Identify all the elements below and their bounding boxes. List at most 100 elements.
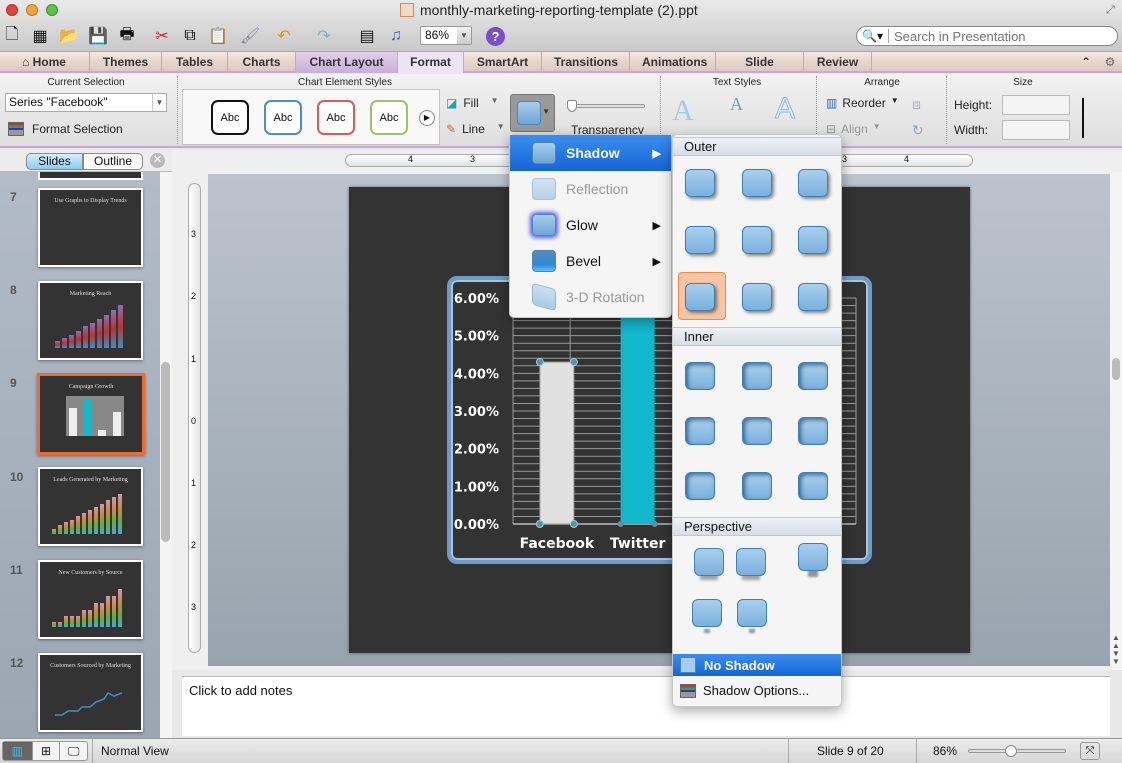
close-window-button[interactable] xyxy=(6,4,18,16)
chart-bar-facebook[interactable] xyxy=(539,361,575,525)
format-painter-icon[interactable]: 🖌 xyxy=(238,24,262,48)
tab-outline[interactable]: Outline xyxy=(83,153,143,170)
shadow-inner-swatch[interactable] xyxy=(685,362,715,390)
transparency-slider[interactable] xyxy=(567,100,647,114)
redo-icon[interactable]: ↷ xyxy=(312,24,336,48)
tab-smartart[interactable]: SmartArt xyxy=(464,52,542,73)
tab-chart-layout[interactable]: Chart Layout xyxy=(296,52,398,73)
zoom-window-button[interactable] xyxy=(46,4,58,16)
editor-scrollbar[interactable]: ▲ ▲ ▼ ▼ xyxy=(1110,172,1122,670)
current-selection-select[interactable]: Series "Facebook" ▼ xyxy=(5,93,167,112)
shadow-outer-swatch[interactable] xyxy=(685,226,715,254)
style-swatch[interactable]: Abc xyxy=(211,100,249,135)
shadow-perspective-swatch[interactable] xyxy=(737,599,767,627)
tab-tables[interactable]: Tables xyxy=(162,52,228,73)
shadow-outer-swatch[interactable] xyxy=(685,169,715,197)
new-icon[interactable]: 🗋 xyxy=(0,24,24,48)
normal-view-button[interactable]: ▥ xyxy=(3,742,32,760)
cut-icon[interactable]: ✂ xyxy=(150,24,174,48)
collapse-ribbon-icon[interactable]: ⌃ xyxy=(1074,52,1098,71)
help-icon[interactable]: ? xyxy=(486,27,505,46)
shadow-outer-swatch[interactable] xyxy=(798,283,828,311)
slide-thumbnail[interactable]: Leads Generated by Marketing xyxy=(38,467,143,546)
effects-button[interactable]: ▼ xyxy=(510,94,555,132)
menu-item-bevel[interactable]: Bevel ▶ xyxy=(510,243,671,279)
rotate-icon[interactable]: ↻ xyxy=(912,122,924,139)
shadow-perspective-swatch[interactable] xyxy=(694,548,724,576)
text-fill-icon[interactable]: A xyxy=(730,94,743,115)
tab-format[interactable]: Format xyxy=(398,52,464,73)
shadow-perspective-swatch[interactable] xyxy=(798,543,828,571)
tab-charts[interactable]: Charts xyxy=(228,52,296,73)
tab-slides[interactable]: Slides xyxy=(26,153,83,170)
tab-transitions[interactable]: Transitions xyxy=(542,52,630,73)
style-swatch[interactable]: Abc xyxy=(370,100,408,135)
shadow-inner-swatch[interactable] xyxy=(742,417,772,445)
shadow-outer-swatch[interactable] xyxy=(742,169,772,197)
prev-next-slide-arrows[interactable]: ▲ ▲ ▼ ▼ xyxy=(1110,634,1122,668)
line-button[interactable]: ✎ Line ▼ xyxy=(446,122,505,136)
style-swatch[interactable]: Abc xyxy=(264,100,302,135)
copy-icon[interactable]: ⧉ xyxy=(178,24,202,48)
chart-bar-twitter[interactable] xyxy=(620,305,655,524)
minimize-window-button[interactable] xyxy=(26,4,38,16)
shadow-perspective-swatch[interactable] xyxy=(736,548,766,576)
shadow-inner-swatch[interactable] xyxy=(685,472,715,500)
shadow-outer-swatch[interactable] xyxy=(798,226,828,254)
shadow-inner-swatch[interactable] xyxy=(798,472,828,500)
insert-slide-icon[interactable]: ▤ xyxy=(355,24,379,48)
slide-thumbnail[interactable]: Use Graphs to Display Trends xyxy=(38,188,143,267)
width-input[interactable] xyxy=(1002,120,1070,140)
quick-styles-icon[interactable]: A xyxy=(672,94,694,128)
slide-show-button[interactable]: 🖵 xyxy=(59,742,87,760)
menu-item-shadow[interactable]: Shadow ▶ xyxy=(510,135,671,171)
shadow-outer-swatch[interactable] xyxy=(685,283,715,311)
style-swatch[interactable]: Abc xyxy=(317,100,355,135)
menu-item-3d-rotation[interactable]: 3-D Rotation xyxy=(510,279,671,315)
search-input[interactable] xyxy=(889,28,1109,44)
shadow-inner-swatch[interactable] xyxy=(742,472,772,500)
shadow-inner-swatch[interactable] xyxy=(685,417,715,445)
tab-home[interactable]: ⌂ Home xyxy=(0,52,90,73)
slide-thumbnail-selected[interactable]: Campaign Growth xyxy=(37,373,145,455)
text-effects-icon[interactable]: A xyxy=(774,92,795,126)
shadow-options-item[interactable]: Shadow Options... xyxy=(673,678,841,703)
fill-button[interactable]: ◪ Fill ▼ xyxy=(446,96,499,110)
open-icon[interactable]: 📂 xyxy=(57,24,81,48)
shadow-inner-swatch[interactable] xyxy=(742,362,772,390)
paste-icon[interactable]: 📋 xyxy=(206,24,230,48)
zoom-slider[interactable] xyxy=(968,745,1066,757)
fit-to-window-button[interactable]: ⤧ xyxy=(1080,742,1100,760)
shadow-outer-swatch[interactable] xyxy=(742,283,772,311)
shadow-outer-swatch[interactable] xyxy=(742,226,772,254)
search-icon[interactable]: 🔍▾ xyxy=(857,29,889,43)
shadow-perspective-swatch[interactable] xyxy=(692,599,722,627)
format-selection-button[interactable]: Format Selection xyxy=(8,122,123,136)
slides-scrollbar[interactable] xyxy=(160,172,172,738)
shadow-outer-swatch[interactable] xyxy=(798,169,828,197)
scrollbar-thumb[interactable] xyxy=(161,362,170,542)
more-styles-button[interactable]: ▶ xyxy=(419,110,435,126)
shadow-inner-swatch[interactable] xyxy=(798,417,828,445)
save-icon[interactable]: 💾 xyxy=(86,24,110,48)
tab-animations[interactable]: Animations xyxy=(630,52,716,73)
close-panel-icon[interactable]: ✕ xyxy=(150,153,165,168)
scrollbar-thumb[interactable] xyxy=(1112,358,1120,380)
reorder-button[interactable]: ▥ Reorder ▼ xyxy=(826,96,899,110)
print-icon[interactable]: 🖶 xyxy=(115,24,139,48)
shadow-inner-swatch[interactable] xyxy=(798,362,828,390)
slide-thumbnail[interactable]: New Customers by Source xyxy=(38,560,143,639)
tab-review[interactable]: Review xyxy=(804,52,872,73)
media-icon[interactable]: ♫ xyxy=(384,24,408,48)
lock-aspect-toggle[interactable] xyxy=(1074,98,1084,138)
no-shadow-item[interactable]: No Shadow xyxy=(673,654,841,676)
slide-thumbnail-partial[interactable] xyxy=(38,172,143,180)
tab-themes[interactable]: Themes xyxy=(90,52,162,73)
tab-slide-show[interactable]: Slide Show xyxy=(716,52,804,90)
height-input[interactable] xyxy=(1002,95,1070,115)
slider-thumb[interactable] xyxy=(1005,745,1018,757)
menu-item-glow[interactable]: Glow ▶ xyxy=(510,207,671,243)
notes-pane[interactable]: Click to add notes xyxy=(182,676,1110,736)
group-icon[interactable]: ⧈ xyxy=(912,96,921,113)
fullscreen-icon[interactable]: ⤢ xyxy=(1106,4,1115,17)
